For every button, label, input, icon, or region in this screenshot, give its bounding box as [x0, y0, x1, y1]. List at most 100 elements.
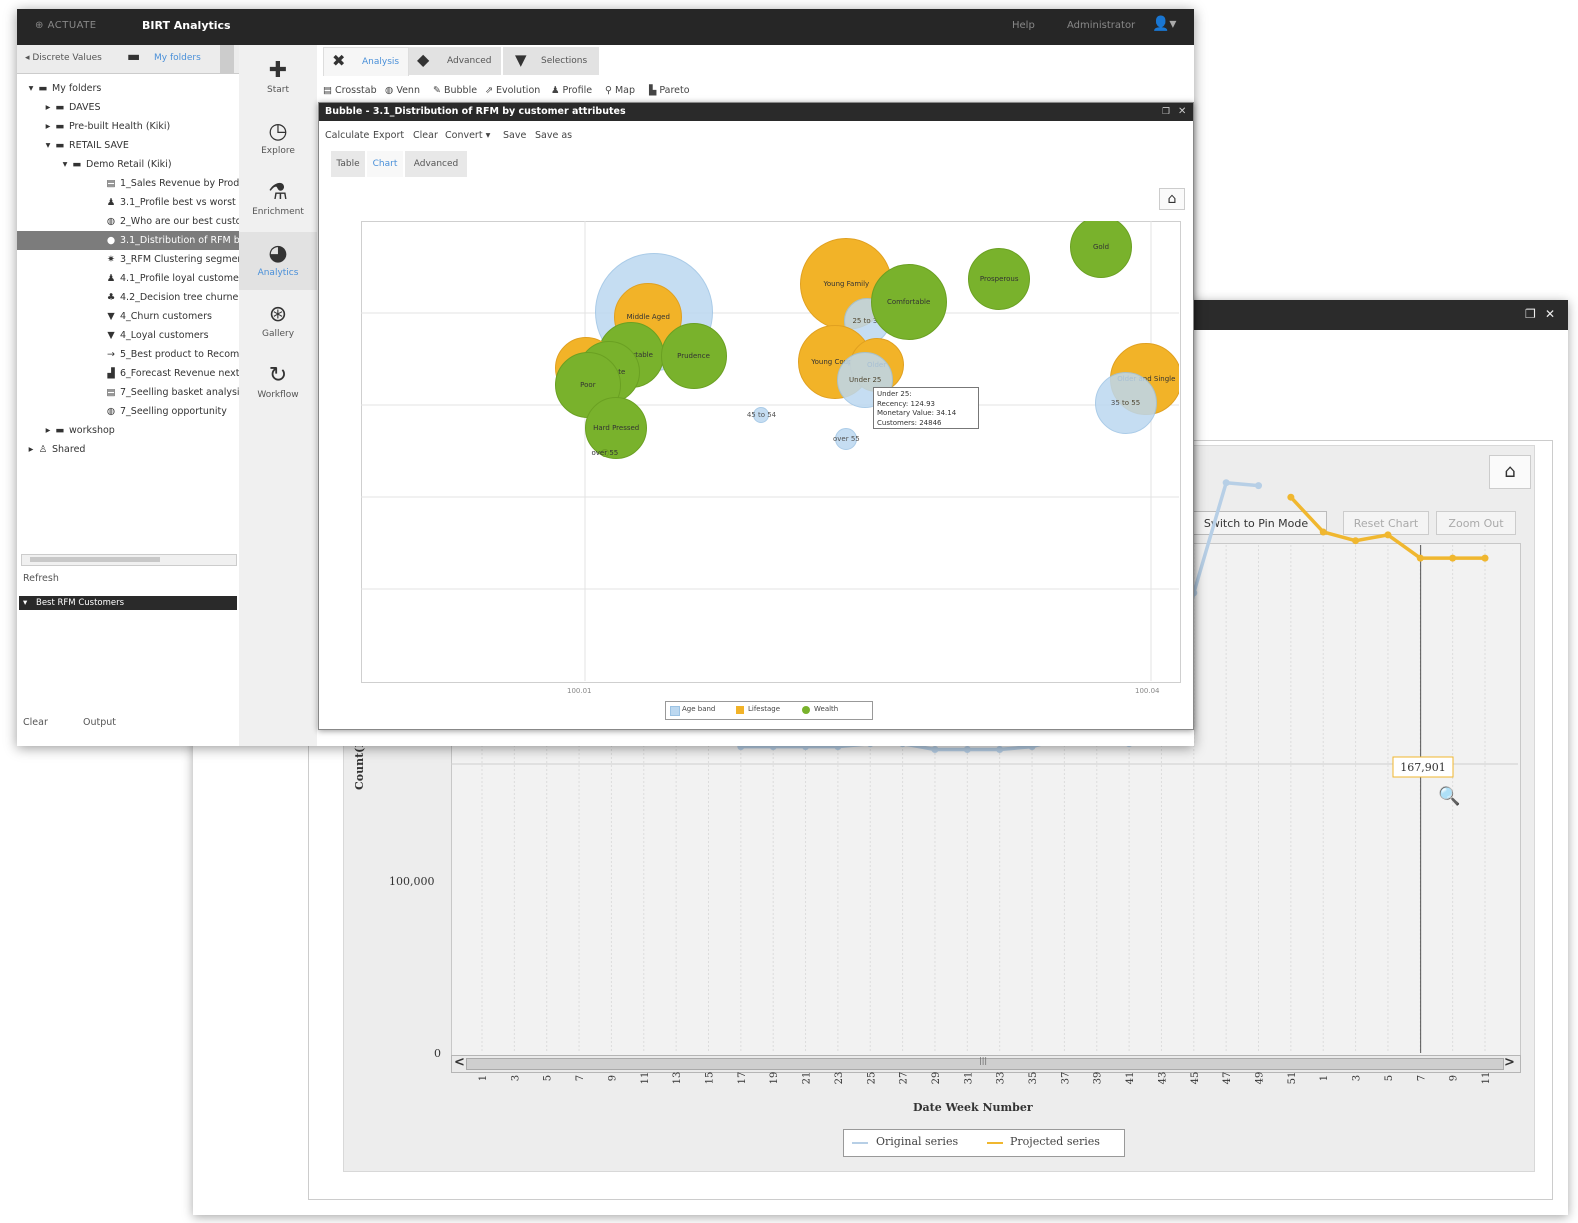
menu-item[interactable]: Export	[373, 130, 404, 141]
help-link[interactable]: Help	[1012, 20, 1035, 31]
zoom-in-icon[interactable]: 🔍	[1438, 784, 1460, 807]
data-point[interactable]	[1449, 554, 1457, 562]
expand-arrow-icon[interactable]: ▸	[42, 421, 54, 440]
expand-arrow-icon[interactable]: ▸	[42, 117, 54, 136]
tree-item[interactable]: ◍ 2_Who are our best customers	[17, 212, 239, 231]
tool-evolution[interactable]: ⇗ Evolution	[485, 85, 540, 96]
nav-explore[interactable]: ◷ Explore	[239, 110, 317, 168]
x-tick-label: 17	[737, 1072, 748, 1085]
menu-item[interactable]: Clear	[413, 130, 438, 141]
tree-item[interactable]: ♣ 4.2_Decision tree churners c	[17, 288, 239, 307]
expand-arrow-icon[interactable]: ▾	[42, 136, 54, 155]
tree-item[interactable]: ▾ ▬ Demo Retail (Kiki)	[17, 155, 239, 174]
tab-my-folders[interactable]: My folders	[154, 53, 201, 63]
tool-label: Profile	[562, 85, 593, 96]
tree-item[interactable]: ▤ 7_Seelling basket analysis	[17, 383, 240, 402]
nav-gallery[interactable]: ⊛ Gallery	[239, 293, 317, 351]
menu-item[interactable]: Calculate	[325, 130, 369, 141]
data-point[interactable]	[1352, 537, 1360, 545]
user-icon[interactable]: 👤▾	[1152, 16, 1176, 32]
subtab-table[interactable]: Table	[331, 151, 365, 177]
profile-icon: ♟	[106, 197, 116, 208]
home-icon[interactable]: ⌂	[1159, 188, 1185, 210]
data-point[interactable]	[1255, 482, 1263, 490]
data-point[interactable]	[1481, 554, 1489, 562]
segment-header[interactable]: ▾ Best RFM Customers	[19, 596, 237, 610]
legend-swatch-lifestage	[736, 706, 744, 714]
bubble-label: Gold	[1092, 242, 1110, 251]
tree-item[interactable]: ▸ ▬ Pre-built Health (Kiki)	[17, 117, 239, 136]
expand-arrow-icon[interactable]: ▸	[42, 98, 54, 117]
tree-scroll-thumb[interactable]	[30, 557, 160, 562]
expand-arrow-icon[interactable]: ▾	[25, 79, 37, 98]
data-point[interactable]	[1287, 493, 1295, 501]
tree-item[interactable]: ♟ 4.1_Profile loyal customers	[17, 269, 239, 288]
tab-analysis[interactable]: ✖ Analysis	[323, 47, 409, 76]
tree-item[interactable]: ✷ 3_RFM Clustering segments	[17, 250, 239, 269]
bubble-label: 45 to 54	[746, 411, 777, 420]
tree-item[interactable]: ▾ ▬ RETAIL SAVE	[17, 136, 239, 155]
tool-pareto[interactable]: ▙ Pareto	[649, 85, 690, 96]
expand-arrow-icon[interactable]: ▸	[25, 440, 37, 459]
refresh-link[interactable]: Refresh	[23, 573, 59, 584]
tree-item[interactable]: ◍ 7_Seelling opportunity	[17, 402, 239, 421]
data-point[interactable]	[963, 746, 971, 753]
folder-tree: ▾ ▬ My folders ▸ ▬ DAVES ▸ ▬ Pre-built Health (K…	[17, 79, 239, 459]
clear-button[interactable]: Clear	[23, 717, 48, 728]
data-point[interactable]	[996, 746, 1004, 753]
tool-bubble[interactable]: ✎ Bubble	[433, 85, 477, 96]
x-tick-label: 29	[931, 1072, 942, 1085]
panel-collapse-handle[interactable]	[220, 45, 234, 73]
user-menu[interactable]: Administrator	[1067, 20, 1135, 31]
subtab-chart[interactable]: Chart	[367, 151, 403, 177]
tab-advanced[interactable]: ◆ Advanced	[409, 47, 501, 75]
tool-label: Map	[614, 85, 636, 96]
tree-item[interactable]: ▾ ▬ My folders	[17, 79, 239, 98]
tree-item[interactable]: ▟ 6_Forecast Revenue next 3 m	[17, 364, 239, 383]
tab-selections[interactable]: ▼ Selections	[503, 47, 599, 75]
data-point[interactable]	[1416, 554, 1424, 562]
tree-item[interactable]: ▤ 1_Sales Revenue by Product	[17, 174, 240, 193]
menu-item[interactable]: Save	[503, 130, 526, 141]
tree-item[interactable]: ● 3.1_Distribution of RFM by c	[17, 231, 239, 250]
nav-enrichment[interactable]: ⚗ Enrichment	[239, 171, 317, 229]
tree-item[interactable]: ▸ ▬ workshop	[17, 421, 239, 440]
tree-item[interactable]: → 5_Best product to Recomme	[17, 345, 239, 364]
tree-item[interactable]: ▸ ♙ Shared	[17, 440, 239, 459]
tool-venn[interactable]: ◍ Venn	[385, 85, 420, 96]
data-point[interactable]	[1222, 479, 1230, 487]
restore-icon[interactable]: ❐	[1162, 103, 1170, 121]
segment-collapse-icon[interactable]: ▾	[23, 598, 27, 608]
data-point[interactable]	[1384, 531, 1392, 539]
expand-arrow-icon[interactable]: ▾	[59, 155, 71, 174]
bubble-layer: Middle Aged Young Family 25 to 34 Comfortab…	[361, 221, 1179, 681]
nav-analytics[interactable]: ◕ Analytics	[239, 232, 317, 290]
bubble-mark[interactable]: 35 to 55	[1094, 372, 1157, 435]
subtab-advanced[interactable]: Advanced	[405, 151, 467, 177]
close-icon[interactable]: ✕	[1178, 103, 1186, 121]
bubble-mark[interactable]: over 55	[591, 448, 618, 457]
nav-start[interactable]: ✚ Start	[239, 49, 317, 107]
nav-label: Start	[267, 85, 289, 95]
menu-item[interactable]: Convert ▾	[445, 130, 490, 141]
tree-scrollbar[interactable]	[21, 554, 237, 566]
tab-discrete-values[interactable]: ◂ Discrete Values	[25, 53, 102, 63]
tree-item[interactable]: ▼ 4_Churn customers	[17, 307, 239, 326]
tool-crosstab[interactable]: ▤ Crosstab	[323, 85, 377, 96]
nav-workflow[interactable]: ↻ Workflow	[239, 354, 317, 412]
data-point[interactable]	[931, 746, 939, 753]
output-button[interactable]: Output	[83, 717, 116, 728]
tool-profile[interactable]: ♟ Profile	[551, 85, 592, 96]
tree-item[interactable]: ♟ 3.1_Profile best vs worst cus	[17, 193, 239, 212]
bubble-mark[interactable]: Prosperous	[968, 248, 1031, 311]
tree-item-label: 2_Who are our best customers	[120, 216, 239, 227]
tool-map[interactable]: ⚲ Map	[605, 85, 635, 96]
bubble-mark[interactable]: Prudence	[660, 323, 727, 390]
tree-item[interactable]: ▼ 4_Loyal customers	[17, 326, 239, 345]
tree-item[interactable]: ▸ ▬ DAVES	[17, 98, 239, 117]
data-point[interactable]	[1319, 528, 1327, 536]
bubble-mark[interactable]: Comfortable	[870, 264, 947, 341]
bubble-icon: ●	[106, 235, 116, 246]
tree-item-label: 7_Seelling opportunity	[120, 406, 227, 417]
menu-item[interactable]: Save as	[535, 130, 572, 141]
